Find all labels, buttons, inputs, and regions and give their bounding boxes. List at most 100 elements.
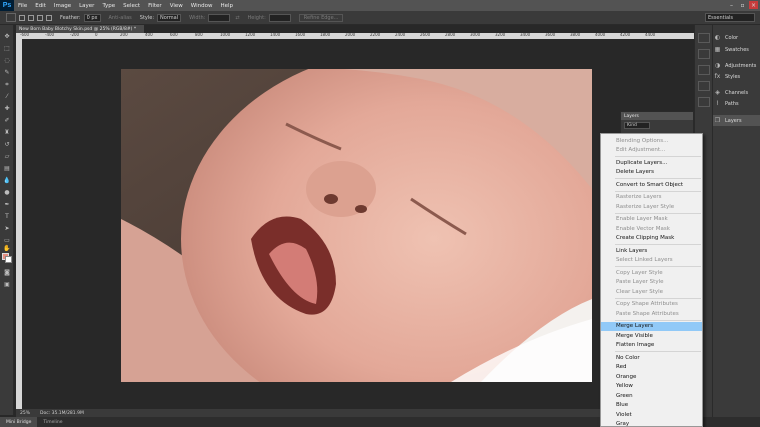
menu-window[interactable]: Window: [187, 3, 217, 9]
eraser-tool-icon[interactable]: ▱: [3, 153, 11, 160]
info-panel-icon[interactable]: [698, 65, 710, 75]
style-label: Style:: [139, 14, 155, 21]
swap-icon[interactable]: ⇄: [235, 15, 239, 21]
menu-item-orange[interactable]: Orange: [601, 372, 702, 382]
menu-item-create-clipping-mask[interactable]: Create Clipping Mask: [601, 234, 702, 244]
workspace-select[interactable]: Essentials: [705, 13, 755, 22]
menu-item-red[interactable]: Red: [601, 363, 702, 373]
menu-item-blue[interactable]: Blue: [601, 401, 702, 411]
menu-item-green[interactable]: Green: [601, 391, 702, 401]
menu-select[interactable]: Select: [119, 3, 144, 9]
menu-item-no-color[interactable]: No Color: [601, 353, 702, 363]
menu-item-delete-layers[interactable]: Delete Layers: [601, 168, 702, 178]
menu-view[interactable]: View: [166, 3, 187, 9]
close-button[interactable]: ×: [749, 1, 758, 9]
menu-layer[interactable]: Layer: [75, 3, 98, 9]
menu-item-link-layers[interactable]: Link Layers: [601, 246, 702, 256]
layer-filter-kind-select[interactable]: Kind: [624, 122, 650, 129]
menu-help[interactable]: Help: [216, 3, 237, 9]
clone-stamp-tool-icon[interactable]: ♜: [3, 129, 11, 136]
marquee-tool-icon[interactable]: ⬚: [3, 45, 11, 52]
history-panel-icon[interactable]: [698, 33, 710, 43]
hand-tool-icon[interactable]: ✋: [3, 245, 11, 252]
shape-tool-icon[interactable]: ▭: [3, 237, 11, 244]
feather-input[interactable]: 0 px: [83, 13, 101, 22]
background-color-swatch[interactable]: [5, 256, 12, 263]
menu-edit[interactable]: Edit: [31, 3, 50, 9]
layers-icon: ❐: [714, 117, 721, 124]
crop-tool-icon[interactable]: ⌗: [3, 81, 11, 88]
move-tool-icon[interactable]: ✥: [3, 33, 11, 40]
swatches-icon: ▦: [714, 46, 721, 53]
menu-item-convert-to-smart-object[interactable]: Convert to Smart Object: [601, 180, 702, 190]
ruler-tick-label: 4000: [595, 33, 606, 37]
pen-tool-icon[interactable]: ✒: [3, 201, 11, 208]
menu-image[interactable]: Image: [50, 3, 75, 9]
screen-mode-icon[interactable]: ▣: [3, 281, 11, 288]
feather-label: Feather:: [60, 14, 81, 21]
lasso-tool-icon[interactable]: ◌: [3, 57, 11, 64]
tab-timeline[interactable]: Timeline: [37, 417, 68, 427]
dock-layers[interactable]: ❐ Layers: [713, 115, 760, 126]
quick-mask-icon[interactable]: ◙: [3, 269, 11, 276]
ruler-tick-label: 2000: [345, 33, 356, 37]
history-brush-tool-icon[interactable]: ↺: [3, 141, 11, 148]
menu-item-flatten-image[interactable]: Flatten Image: [601, 341, 702, 351]
paragraph-panel-icon[interactable]: [698, 97, 710, 107]
document-tab[interactable]: New Born Baby Blotchy Skin.psd @ 25% (RG…: [16, 25, 144, 33]
document-canvas-photo[interactable]: [121, 69, 592, 382]
width-label: Width:: [189, 14, 206, 21]
tab-mini-bridge[interactable]: Mini Bridge: [0, 417, 38, 427]
dock-adjustments-label: Adjustments: [725, 62, 757, 69]
menu-type[interactable]: Type: [98, 3, 119, 9]
width-input[interactable]: [208, 13, 231, 22]
restore-button[interactable]: ▫: [738, 1, 747, 9]
minimize-button[interactable]: –: [727, 1, 736, 9]
type-tool-icon[interactable]: T: [3, 213, 11, 220]
menu-item-gray[interactable]: Gray: [601, 420, 702, 427]
ruler-tick-label: -200: [70, 33, 80, 37]
brush-tool-icon[interactable]: ✐: [3, 117, 11, 124]
eyedropper-tool-icon[interactable]: ⁄: [3, 93, 11, 100]
doc-info[interactable]: Doc: 35.1M/281.9M: [40, 411, 84, 416]
add-selection-icon[interactable]: [28, 14, 34, 21]
intersect-selection-icon[interactable]: [46, 14, 52, 21]
gradient-tool-icon[interactable]: ▤: [3, 165, 11, 172]
dock-styles[interactable]: fx Styles: [713, 71, 760, 82]
zoom-level[interactable]: 25%: [20, 411, 30, 416]
properties-panel-icon[interactable]: [698, 49, 710, 59]
style-select[interactable]: Normal: [157, 13, 182, 22]
ruler-tick-label: 800: [195, 33, 203, 37]
menu-item-yellow[interactable]: Yellow: [601, 382, 702, 392]
menu-item-duplicate-layers[interactable]: Duplicate Layers...: [601, 158, 702, 168]
menu-item-violet[interactable]: Violet: [601, 410, 702, 420]
ruler-tick-label: 3200: [495, 33, 506, 37]
menu-item-merge-visible[interactable]: Merge Visible: [601, 331, 702, 341]
height-input[interactable]: [268, 13, 291, 22]
menu-filter[interactable]: Filter: [144, 3, 166, 9]
antialias-checkbox[interactable]: Anti-alias: [109, 15, 132, 21]
blur-tool-icon[interactable]: 💧: [3, 177, 11, 184]
quick-select-tool-icon[interactable]: ✎: [3, 69, 11, 76]
subtract-selection-icon[interactable]: [37, 14, 43, 21]
ruler-tick-label: 1400: [270, 33, 281, 37]
menu-item-enable-layer-mask: Enable Layer Mask: [616, 216, 668, 223]
menu-file[interactable]: File: [14, 3, 31, 9]
healing-brush-tool-icon[interactable]: ✚: [3, 105, 11, 112]
refine-edge-button[interactable]: Refine Edge...: [298, 13, 344, 22]
path-selection-tool-icon[interactable]: ➤: [3, 225, 11, 232]
adjustments-icon: ◑: [714, 62, 721, 69]
character-panel-icon[interactable]: [698, 81, 710, 91]
marquee-tool-preset-icon[interactable]: [6, 13, 16, 22]
dock-color[interactable]: ◐ Color: [713, 32, 760, 43]
dock-swatches[interactable]: ▦ Swatches: [713, 44, 760, 55]
menu-item-merge-layers[interactable]: Merge Layers: [601, 321, 702, 331]
dock-adjustments[interactable]: ◑ Adjustments: [713, 60, 760, 71]
dodge-tool-icon[interactable]: ●: [3, 189, 11, 196]
dock-channels[interactable]: ◈ Channels: [713, 87, 760, 98]
dock-styles-label: Styles: [725, 73, 741, 80]
new-selection-icon[interactable]: [19, 14, 25, 21]
layers-panel-title[interactable]: Layers: [621, 112, 693, 120]
color-icon: ◐: [714, 34, 721, 41]
dock-paths[interactable]: ⌇ Paths: [713, 98, 760, 109]
